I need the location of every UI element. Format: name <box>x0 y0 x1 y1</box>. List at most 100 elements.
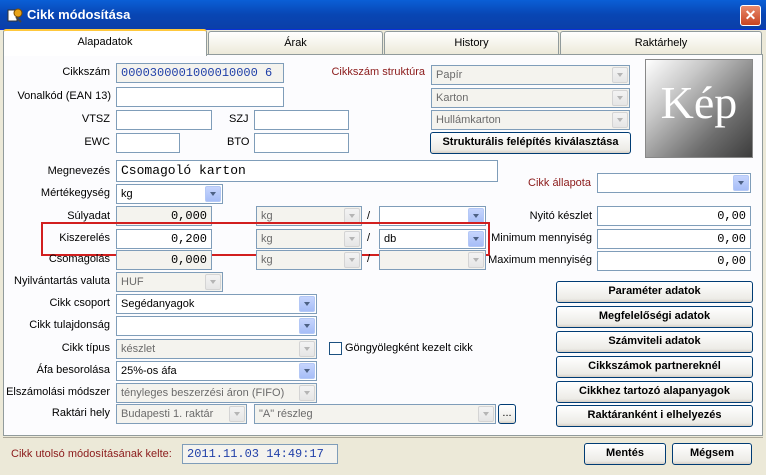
cikk-csoport-label: Cikk csoport <box>49 297 110 309</box>
cikk-allapota-select[interactable] <box>597 173 751 193</box>
struktura-select-2[interactable]: Karton <box>431 88 630 108</box>
strukturalis-felepites-button[interactable]: Strukturális felépítés kiválasztása <box>430 132 631 154</box>
chevron-down-icon <box>299 363 315 379</box>
struktura-select-3[interactable]: Hullámkarton <box>431 110 630 130</box>
chevron-down-icon <box>612 67 628 83</box>
elszamolasi-label: Elszámolási módszer <box>6 386 110 398</box>
chevron-down-icon <box>612 90 628 106</box>
save-button[interactable]: Mentés <box>584 443 666 465</box>
cikkszamok-partnereknel-button[interactable]: Cikkszámok partnereknél <box>556 356 753 378</box>
raktar-value: Budapesti 1. raktár <box>121 408 214 420</box>
chevron-down-icon <box>205 186 221 202</box>
close-button[interactable]: ✕ <box>740 5 761 26</box>
chevron-down-icon <box>299 385 315 401</box>
reszleg-select[interactable]: "A" részleg <box>254 404 496 424</box>
raktari-hely-label: Raktári hely <box>51 407 110 419</box>
parameter-adatok-button[interactable]: Paraméter adatok <box>556 281 753 303</box>
elszamolasi-select[interactable]: tényleges beszerzési áron (FIFO) <box>116 383 317 403</box>
afa-value: 25%-os áfa <box>121 365 177 377</box>
cikk-tipus-value: készlet <box>121 343 156 355</box>
nyilvantartas-value: HUF <box>121 276 144 288</box>
szamviteli-adatok-button[interactable]: Számviteli adatok <box>556 331 753 353</box>
elszamolasi-value: tényleges beszerzési áron (FIFO) <box>121 387 285 399</box>
tab-alapadatok[interactable]: Alapadatok <box>3 29 207 56</box>
csomagolas-unit-select[interactable]: kg <box>256 250 362 270</box>
raktar-browse-button[interactable]: ... <box>498 404 516 424</box>
nyilvantartas-select[interactable]: HUF <box>116 272 223 292</box>
struktura-select-1[interactable]: Papír <box>431 65 630 85</box>
sulyadat-unit-value: kg <box>261 210 273 222</box>
nyito-keszlet-label: Nyitó készlet <box>529 210 592 222</box>
szj-label: SZJ <box>229 113 249 125</box>
tab-raktarhely[interactable]: Raktárhely <box>560 31 762 55</box>
nyito-keszlet-field[interactable]: 0,00 <box>597 206 751 226</box>
struktura-2-value: Karton <box>436 92 469 104</box>
chevron-down-icon <box>612 112 628 128</box>
cikk-csoport-select[interactable]: Segédanyagok <box>116 294 317 314</box>
maximum-field[interactable]: 0,00 <box>597 251 751 271</box>
product-image[interactable]: Kép <box>645 59 753 158</box>
megnevezes-field[interactable]: Csomagoló karton <box>116 160 498 182</box>
mertekegyseg-select[interactable]: kg <box>116 184 223 204</box>
cikkszam-label: Cikkszám <box>62 66 110 78</box>
csomagolas-label: Csomagolás <box>48 253 110 265</box>
megfelelosegi-adatok-button[interactable]: Megfelelőségi adatok <box>556 306 753 328</box>
raktarankenti-elhelyezes-button[interactable]: Raktáranként i elhelyezés <box>556 405 753 427</box>
last-modified-field: 2011.11.03 14:49:17 <box>182 444 338 464</box>
csomagolas-field[interactable]: 0,000 <box>116 250 212 270</box>
csomagolas-unit2-select[interactable] <box>379 250 486 270</box>
cikk-allapota-label: Cikk állapota <box>528 177 591 189</box>
cikkszam-struktura-label: Cikkszám struktúra <box>331 66 425 78</box>
chevron-down-icon <box>299 341 315 357</box>
vtsz-field[interactable] <box>116 110 212 130</box>
window-title: Cikk módosítása <box>27 7 131 22</box>
bto-field[interactable] <box>254 133 349 153</box>
megnevezes-label: Megnevezés <box>47 165 110 177</box>
cikk-tulajdonsag-label: Cikk tulajdonság <box>29 319 110 331</box>
bto-label: BTO <box>227 136 250 148</box>
image-placeholder-text: Kép <box>660 77 738 128</box>
chevron-down-icon <box>299 318 315 334</box>
cikk-tipus-select[interactable]: készlet <box>116 339 317 359</box>
vonalkod-field[interactable] <box>116 87 284 107</box>
afa-label: Áfa besorolása <box>36 364 110 376</box>
mertekegyseg-label: Mértékegység <box>40 187 110 199</box>
minimum-field[interactable]: 0,00 <box>597 229 751 249</box>
csomagolas-unit-value: kg <box>261 254 273 266</box>
vonalkod-label: Vonalkód (EAN 13) <box>17 90 111 102</box>
struktura-3-value: Hullámkarton <box>436 114 501 126</box>
cikk-tipus-label: Cikk típus <box>61 342 110 354</box>
title-bar: Cikk módosítása ✕ <box>0 0 766 30</box>
cancel-button[interactable]: Mégsem <box>672 443 752 465</box>
cikk-tulajdonsag-select[interactable] <box>116 316 317 336</box>
raktar-select[interactable]: Budapesti 1. raktár <box>116 404 247 424</box>
tab-history[interactable]: History <box>384 31 559 55</box>
gongyoleg-label: Göngyölegként kezelt cikk <box>345 342 473 354</box>
tab-arak[interactable]: Árak <box>208 31 383 55</box>
chevron-down-icon <box>229 406 245 422</box>
minimum-label: Minimum mennyiség <box>491 232 592 244</box>
nyilvantartas-label: Nyilvántartás valuta <box>14 275 110 287</box>
cikkszam-field[interactable]: 0000300001000010000 6 <box>116 63 284 83</box>
reszleg-value: "A" részleg <box>259 408 313 420</box>
cikk-csoport-value: Segédanyagok <box>121 298 195 310</box>
ewc-label: EWC <box>84 136 110 148</box>
footer-separator <box>3 437 763 438</box>
chevron-down-icon <box>205 274 221 290</box>
vtsz-label: VTSZ <box>81 113 110 125</box>
csomagolas-slash: / <box>367 253 371 265</box>
cikkhez-tartozo-alapanyagok-button[interactable]: Cikkhez tartozó alapanyagok <box>556 381 753 403</box>
mertekegyseg-value: kg <box>121 188 133 200</box>
chevron-down-icon <box>468 252 484 268</box>
szj-field[interactable] <box>254 110 349 130</box>
afa-select[interactable]: 25%-os áfa <box>116 361 317 381</box>
chevron-down-icon <box>478 406 494 422</box>
ewc-field[interactable] <box>116 133 180 153</box>
chevron-down-icon <box>344 252 360 268</box>
chevron-down-icon <box>299 296 315 312</box>
maximum-label: Maximum mennyiség <box>488 254 592 266</box>
app-icon <box>7 8 23 23</box>
gongyoleg-checkbox[interactable] <box>329 342 342 355</box>
last-modified-label: Cikk utolsó módosításának kelte: <box>11 448 172 460</box>
chevron-down-icon <box>733 175 749 191</box>
